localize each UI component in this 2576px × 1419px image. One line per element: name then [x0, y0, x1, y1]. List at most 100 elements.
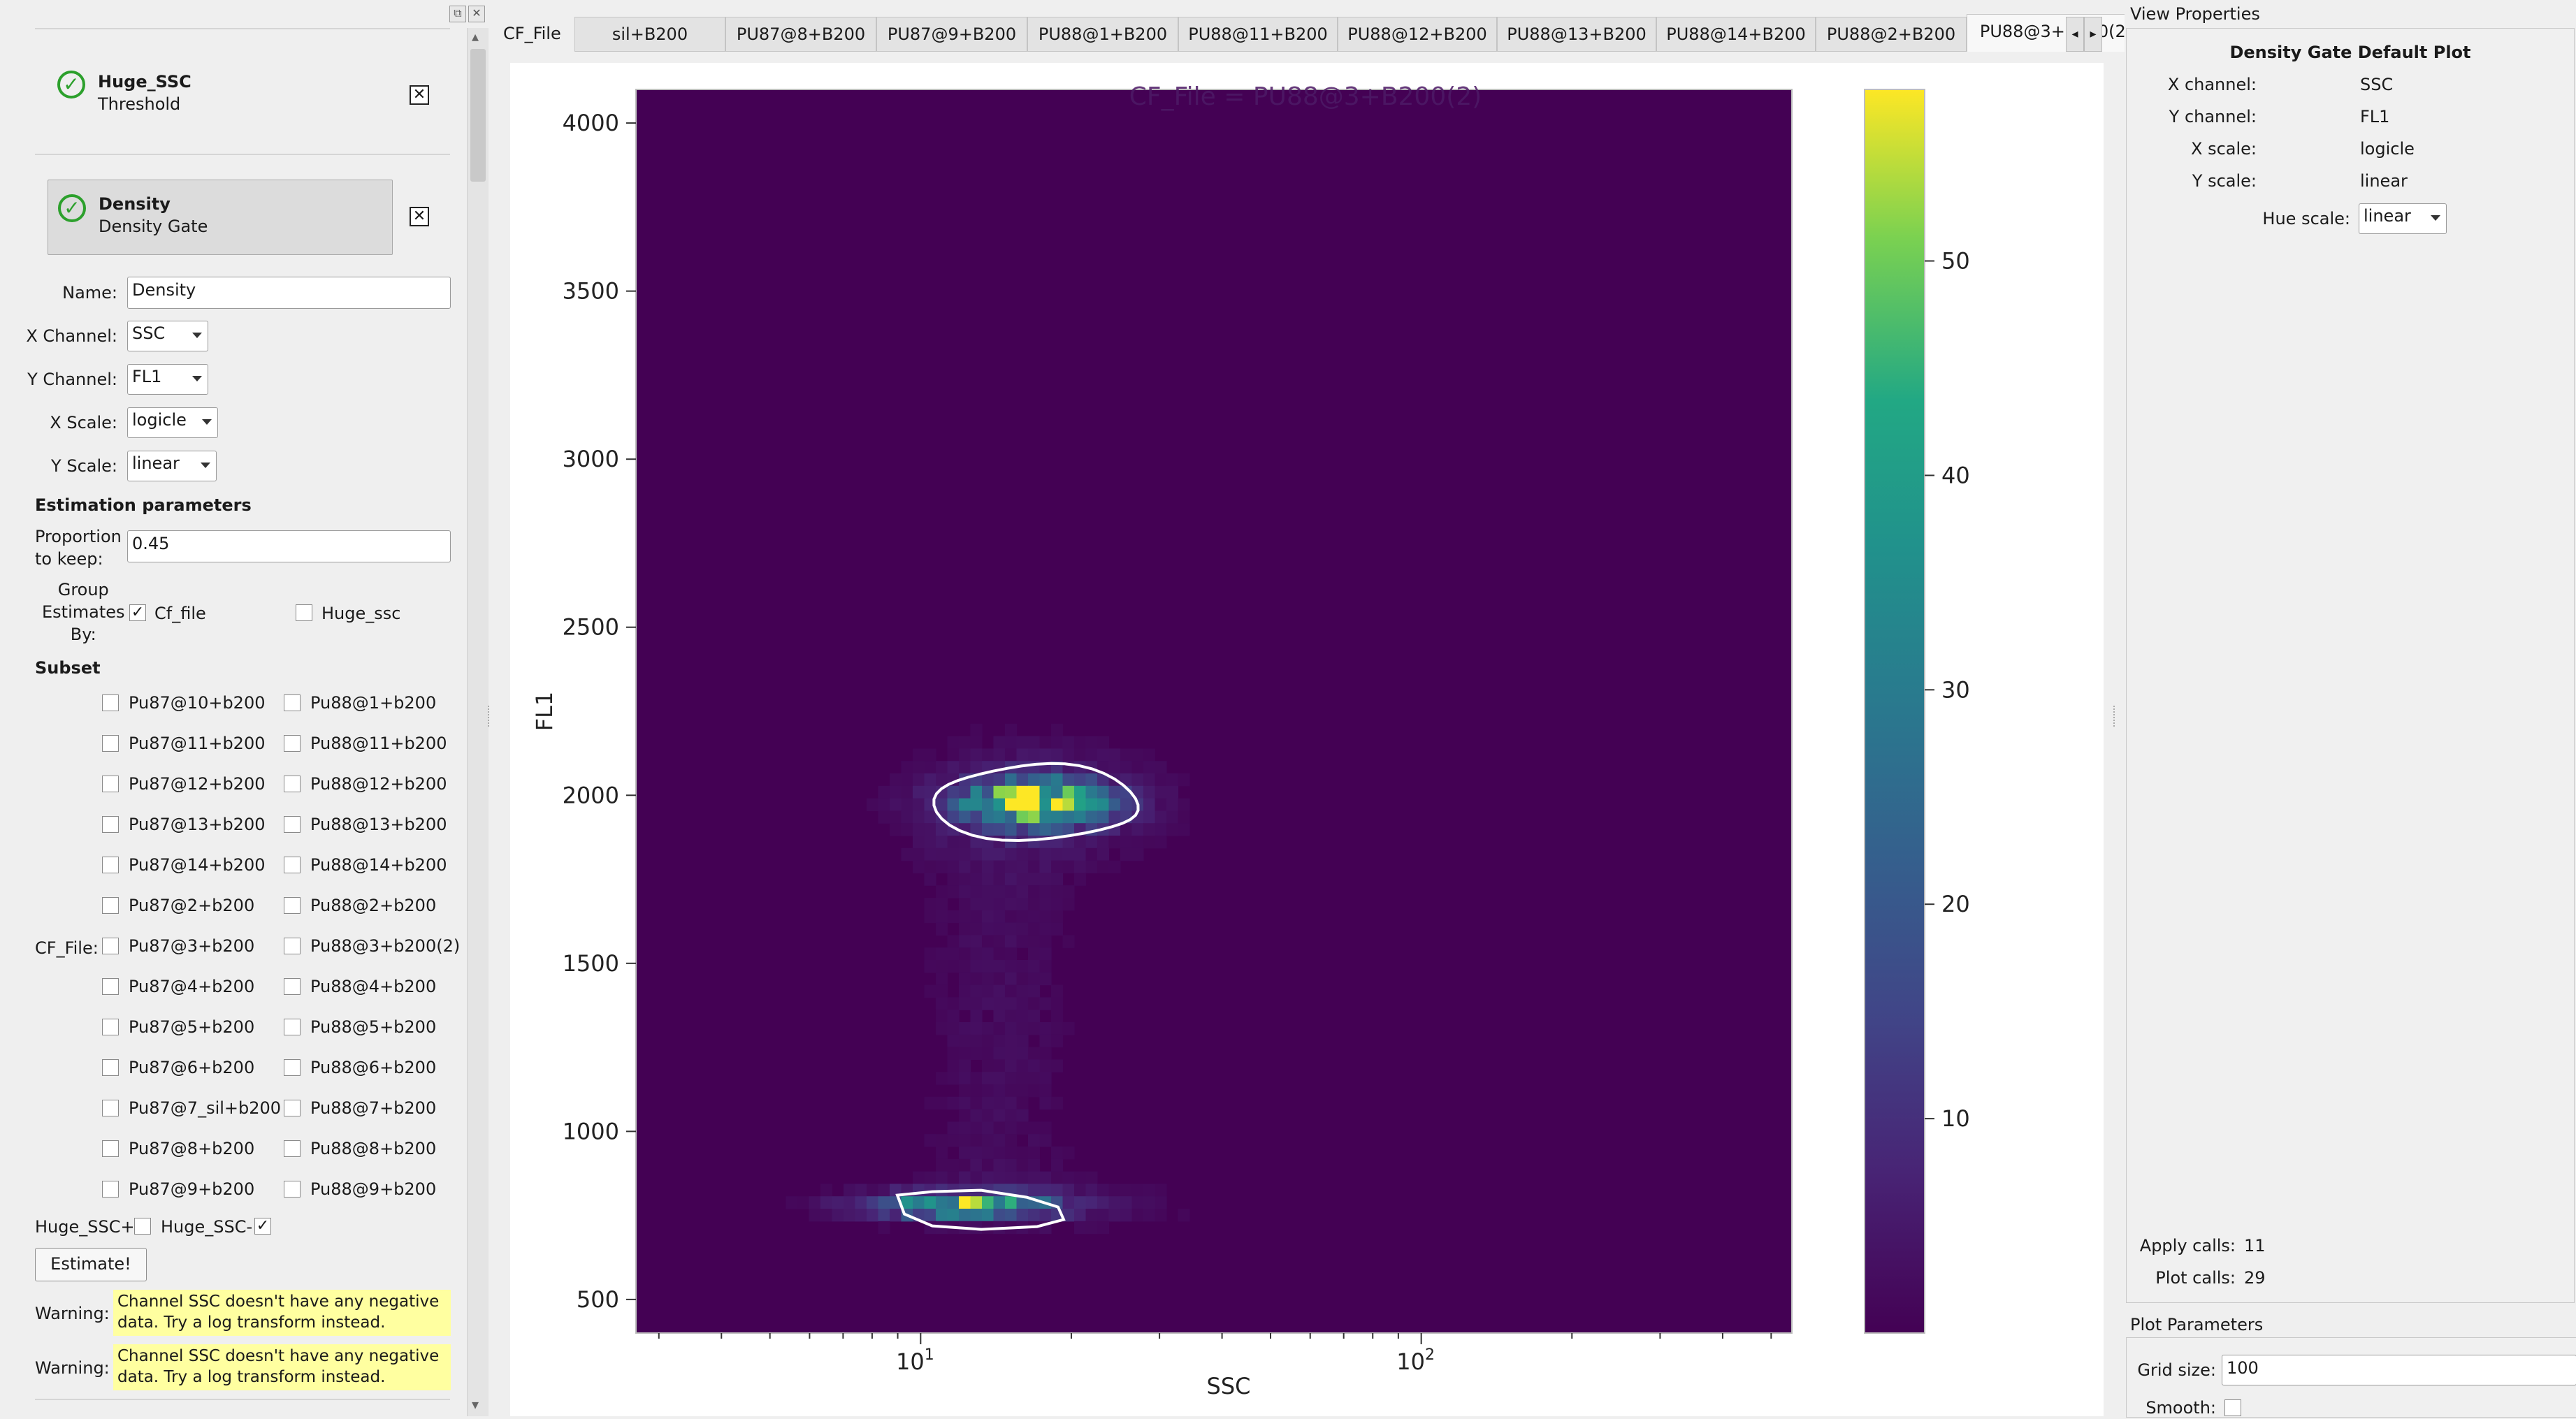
subset-item[interactable]: Pu88@9+b200 — [284, 1179, 436, 1199]
subset-item[interactable]: Pu87@4+b200 — [102, 977, 254, 996]
tab-pu88-13-b200[interactable]: PU88@13+B200 — [1497, 17, 1656, 52]
heatmap-cell — [1039, 748, 1052, 762]
smooth-checkbox[interactable] — [2224, 1399, 2241, 1416]
remove-operation-button[interactable]: ✕ — [410, 85, 429, 105]
tab-pu88-3-b200-2-[interactable]: PU88@3+B200(2) — [1967, 14, 2134, 52]
subset-item[interactable]: Pu87@9+b200 — [102, 1179, 254, 1199]
subset-item[interactable]: Pu88@7+b200 — [284, 1098, 436, 1118]
subset-item[interactable]: Pu88@1+b200 — [284, 693, 436, 713]
x-channel-select[interactable]: SSC — [127, 321, 208, 351]
left-scrollbar[interactable]: ▴ ▾ — [467, 28, 489, 1416]
y-channel-select[interactable]: FL1 — [127, 364, 208, 395]
group-cf-file-checkbox[interactable]: ✓ — [129, 604, 146, 621]
subset-item[interactable]: Pu87@11+b200 — [102, 734, 266, 753]
huge-ssc-plus-checkbox[interactable] — [134, 1218, 151, 1235]
view-properties-title: View Properties — [2130, 4, 2260, 24]
name-input[interactable]: Density — [127, 277, 451, 309]
subset-checkbox[interactable] — [102, 1140, 119, 1157]
subset-item[interactable]: Pu87@5+b200 — [102, 1017, 254, 1037]
tab-sil-b200[interactable]: sil+B200 — [574, 17, 725, 52]
subset-item[interactable]: Pu87@2+b200 — [102, 896, 254, 915]
proportion-input[interactable]: 0.45 — [127, 530, 451, 562]
subset-checkbox[interactable] — [284, 1059, 301, 1076]
subset-item[interactable]: Pu87@3+b200 — [102, 936, 254, 956]
tab-scroll-right-icon[interactable]: ▸ — [2084, 17, 2102, 52]
subset-item[interactable]: Pu87@6+b200 — [102, 1058, 254, 1077]
scrollbar-thumb[interactable] — [470, 49, 486, 182]
subset-item[interactable]: Pu87@8+b200 — [102, 1139, 254, 1158]
subset-item[interactable]: Pu87@14+b200 — [102, 855, 266, 875]
subset-item[interactable]: Pu87@10+b200 — [102, 693, 266, 713]
y-tick-label: 3500 — [563, 278, 619, 305]
subset-checkbox[interactable] — [102, 938, 119, 954]
grid-size-input[interactable]: 100 — [2222, 1355, 2576, 1385]
undock-button[interactable]: ⧉ — [449, 6, 466, 22]
subset-checkbox[interactable] — [284, 1181, 301, 1198]
scroll-down-icon[interactable]: ▾ — [472, 1396, 479, 1413]
tab-pu88-12-b200[interactable]: PU88@12+B200 — [1338, 17, 1497, 52]
subset-checkbox[interactable] — [284, 694, 301, 711]
subset-item[interactable]: Pu88@5+b200 — [284, 1017, 436, 1037]
subset-checkbox[interactable] — [284, 816, 301, 833]
subset-checkbox[interactable] — [102, 776, 119, 792]
subset-checkbox[interactable] — [102, 1019, 119, 1035]
subset-item[interactable]: Pu88@14+b200 — [284, 855, 447, 875]
subset-checkbox[interactable] — [284, 857, 301, 873]
subset-checkbox[interactable] — [102, 694, 119, 711]
subset-checkbox[interactable] — [284, 978, 301, 995]
subset-checkbox[interactable] — [284, 1100, 301, 1116]
subset-checkbox[interactable] — [284, 1140, 301, 1157]
subset-checkbox[interactable] — [102, 816, 119, 833]
operation-card-threshold[interactable]: ✓ Huge_SSC Threshold — [48, 66, 390, 122]
tab-scroll-left-icon[interactable]: ◂ — [2066, 17, 2084, 52]
subset-item[interactable]: Pu88@8+b200 — [284, 1139, 436, 1158]
subset-item[interactable]: Pu88@13+b200 — [284, 815, 447, 834]
huge-ssc-minus-checkbox[interactable]: ✓ — [254, 1218, 271, 1235]
heatmap-cell — [1039, 1059, 1052, 1072]
remove-operation-button[interactable]: ✕ — [410, 207, 429, 226]
tab-pu88-11-b200[interactable]: PU88@11+B200 — [1178, 17, 1338, 52]
subset-checkbox[interactable] — [284, 1019, 301, 1035]
scroll-up-icon[interactable]: ▴ — [472, 28, 479, 45]
hue-scale-select[interactable]: linear — [2359, 203, 2447, 234]
subset-checkbox[interactable] — [284, 897, 301, 914]
tab-pu87-8-b200[interactable]: PU87@8+B200 — [725, 17, 876, 52]
subset-item[interactable]: Pu87@12+b200 — [102, 774, 266, 794]
heatmap-cell — [1005, 1196, 1018, 1209]
group-huge-ssc-checkbox[interactable] — [296, 604, 312, 621]
plot-canvas[interactable]: 500 1000 1500 2000 2500 3000 3500 4000 101 102 C… — [510, 63, 2104, 1416]
heatmap-cell — [982, 1047, 994, 1060]
subset-checkbox[interactable] — [102, 1100, 119, 1116]
heatmap-cell — [1039, 785, 1052, 799]
estimate-button[interactable]: Estimate! — [35, 1248, 147, 1281]
subset-checkbox[interactable] — [284, 776, 301, 792]
tab-pu88-1-b200[interactable]: PU88@1+B200 — [1027, 17, 1178, 52]
subset-item[interactable]: Pu87@7_sil+b200 — [102, 1098, 281, 1118]
tab-pu88-2-b200[interactable]: PU88@2+B200 — [1816, 17, 1967, 52]
subset-item[interactable]: Pu88@2+b200 — [284, 896, 436, 915]
splitter-handle[interactable] — [488, 706, 493, 727]
subset-checkbox[interactable] — [284, 735, 301, 752]
subset-checkbox[interactable] — [102, 1181, 119, 1198]
subset-checkbox[interactable] — [102, 897, 119, 914]
subset-label: Pu88@9+b200 — [310, 1179, 437, 1199]
subset-checkbox[interactable] — [102, 735, 119, 752]
y-scale-select[interactable]: linear — [127, 451, 217, 481]
splitter-handle[interactable] — [2113, 706, 2119, 727]
subset-checkbox[interactable] — [102, 1059, 119, 1076]
subset-item[interactable]: Pu87@13+b200 — [102, 815, 266, 834]
subset-item[interactable]: Pu88@6+b200 — [284, 1058, 436, 1077]
operation-card-density[interactable]: ✓ Density Density Gate — [48, 180, 393, 255]
subset-checkbox[interactable] — [284, 938, 301, 954]
heatmap-cell — [1039, 1084, 1052, 1098]
subset-item[interactable]: Pu88@4+b200 — [284, 977, 436, 996]
subset-checkbox[interactable] — [102, 978, 119, 995]
tab-pu87-9-b200[interactable]: PU87@9+B200 — [876, 17, 1027, 52]
subset-item[interactable]: Pu88@11+b200 — [284, 734, 447, 753]
x-scale-select[interactable]: logicle — [127, 407, 218, 438]
tab-pu88-14-b200[interactable]: PU88@14+B200 — [1656, 17, 1816, 52]
close-panel-button[interactable]: ✕ — [468, 6, 485, 22]
subset-checkbox[interactable] — [102, 857, 119, 873]
subset-item[interactable]: Pu88@3+b200(2) — [284, 936, 460, 956]
subset-item[interactable]: Pu88@12+b200 — [284, 774, 447, 794]
